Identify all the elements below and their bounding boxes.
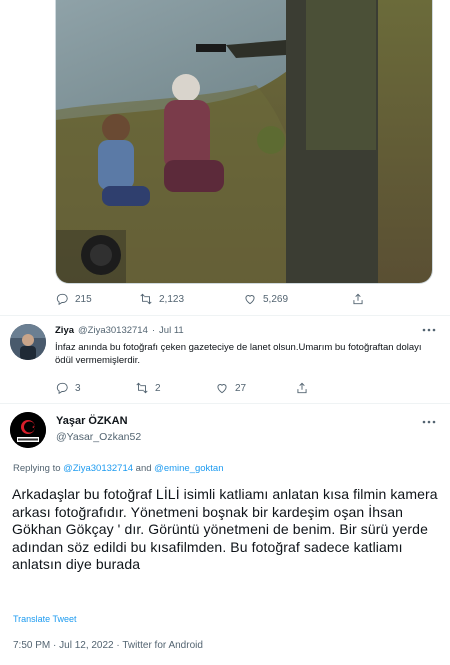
retweet-icon (136, 382, 148, 394)
reply-count: 215 (75, 293, 92, 305)
heart-icon (217, 384, 227, 394)
retweet-action[interactable]: 2,123 (139, 292, 243, 306)
retweet-count: 2,123 (159, 293, 185, 305)
replying-user-link[interactable]: @emine_goktan (154, 463, 223, 474)
avatar[interactable] (10, 324, 46, 360)
reply-action[interactable]: 215 (55, 292, 139, 306)
like-action[interactable]: 5,269 (243, 292, 351, 306)
share-icon (297, 382, 307, 394)
translate-tweet-link[interactable]: Translate Tweet (13, 614, 77, 624)
share-action[interactable] (351, 292, 365, 306)
like-count: 27 (235, 382, 247, 394)
tweet-text: Arkadaşlar bu fotoğraf LİLİ isimli katli… (12, 486, 438, 573)
like-action[interactable]: 27 (215, 381, 295, 395)
reply-icon (56, 293, 68, 306)
replying-user-link[interactable]: @Ziya30132714 (63, 463, 133, 474)
avatar[interactable] (10, 412, 46, 448)
author-name[interactable]: Yaşar ÖZKAN (56, 415, 128, 427)
retweet-count: 2 (155, 382, 161, 394)
tweet-timestamp[interactable]: 7:50 PM · Jul 12, 2022 · Twitter for And… (13, 640, 203, 651)
reply-date[interactable]: Jul 11 (159, 325, 184, 336)
reply-icon (56, 382, 68, 395)
more-options-icon[interactable] (421, 418, 437, 426)
share-icon (353, 293, 363, 305)
retweet-action[interactable]: 2 (135, 381, 215, 395)
like-count: 5,269 (263, 293, 289, 305)
divider (0, 403, 450, 404)
tweet-actions-bar: 215 2,123 5,269 (55, 292, 425, 306)
reply-author-handle[interactable]: @Ziya30132714 (78, 325, 148, 336)
more-options-icon[interactable] (421, 326, 437, 334)
tweet-media-photo[interactable] (55, 0, 433, 284)
replying-to: Replying to @Ziya30132714 and @emine_gok… (13, 463, 224, 474)
replying-and: and (135, 463, 152, 474)
reply-count: 3 (75, 382, 81, 394)
author-handle[interactable]: @Yasar_Ozkan52 (56, 431, 141, 443)
replying-label: Replying to (13, 463, 61, 474)
reply-author-name[interactable]: Ziya (55, 325, 74, 336)
reply-header: Ziya @Ziya30132714 · Jul 11 (55, 325, 184, 336)
reply-tweet-text: İnfaz anında bu fotoğrafı çeken gazeteci… (55, 342, 422, 366)
reply-actions-bar: 3 2 27 (55, 381, 425, 395)
heart-icon (245, 295, 255, 305)
reply-separator: · (151, 325, 156, 336)
reply-action[interactable]: 3 (55, 381, 135, 395)
share-action[interactable] (295, 381, 309, 395)
retweet-icon (140, 293, 152, 305)
divider (0, 315, 450, 316)
